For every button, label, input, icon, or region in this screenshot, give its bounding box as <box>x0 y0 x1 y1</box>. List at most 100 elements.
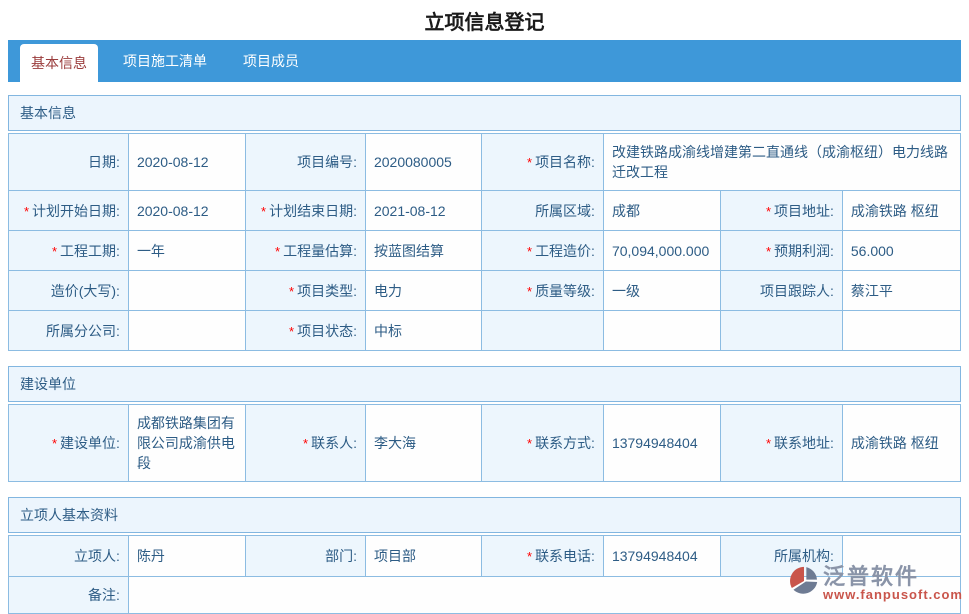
field-project-no-value: 2020080005 <box>365 134 481 191</box>
field-department-label: 部门: <box>246 536 366 577</box>
label-text: 工程量估算: <box>283 243 357 259</box>
section-basic-info-header: 基本信息 <box>8 95 961 131</box>
field-cost-caps-value <box>128 271 245 311</box>
label-text: 项目类型: <box>297 283 357 299</box>
field-quantity-value: 按蓝图结算 <box>365 231 481 271</box>
label-text: 预期利润: <box>774 243 834 259</box>
field-unit-value: 成都铁路集团有限公司成渝供电段 <box>128 405 245 482</box>
label-text: 所属区域: <box>535 203 595 219</box>
table-row: *计划开始日期: 2020-08-12 *计划结束日期: 2021-08-12 … <box>9 191 961 231</box>
field-date-value: 2020-08-12 <box>128 134 245 191</box>
label-text: 备注: <box>88 587 120 603</box>
tab-construction-list[interactable]: 项目施工清单 <box>112 40 218 82</box>
empty-value-cell <box>603 311 720 351</box>
field-cost-label: *工程造价: <box>482 231 604 271</box>
field-unit-address-label: *联系地址: <box>721 405 843 482</box>
field-applicant-value: 陈丹 <box>128 536 245 577</box>
label-text: 联系人: <box>311 435 357 451</box>
field-address-label: *项目地址: <box>721 191 843 231</box>
empty-label-cell <box>721 311 843 351</box>
table-row: 立项人: 陈丹 部门: 项目部 *联系电话: 13794948404 所属机构: <box>9 536 961 577</box>
field-cost-caps-label: 造价(大写): <box>9 271 129 311</box>
label-text: 计划结束日期: <box>269 203 357 219</box>
field-address-value: 成渝铁路 枢纽 <box>842 191 960 231</box>
table-row: 所属分公司: *项目状态: 中标 <box>9 311 961 351</box>
field-unit-phone-label: *联系方式: <box>482 405 604 482</box>
field-status-value: 中标 <box>365 311 481 351</box>
field-project-name-label: *项目名称: <box>482 134 604 191</box>
label-text: 质量等级: <box>535 283 595 299</box>
required-asterisk: * <box>527 549 532 564</box>
field-region-value: 成都 <box>603 191 720 231</box>
field-project-name-value: 改建铁路成渝线增建第二直通线（成渝枢纽）电力线路迁改工程 <box>603 134 960 191</box>
applicant-info-table: 立项人: 陈丹 部门: 项目部 *联系电话: 13794948404 所属机构:… <box>8 535 961 614</box>
table-row: *建设单位: 成都铁路集团有限公司成渝供电段 *联系人: 李大海 *联系方式: … <box>9 405 961 482</box>
table-row: 造价(大写): *项目类型: 电力 *质量等级: 一级 项目跟踪人: 蔡江平 <box>9 271 961 311</box>
label-text: 部门: <box>325 548 357 564</box>
label-text: 项目跟踪人: <box>760 283 834 299</box>
tab-basic-info[interactable]: 基本信息 <box>20 44 98 82</box>
field-date-label: 日期: <box>9 134 129 191</box>
field-unit-contact-value: 李大海 <box>365 405 481 482</box>
label-text: 建设单位: <box>60 435 120 451</box>
field-region-label: 所属区域: <box>482 191 604 231</box>
required-asterisk: * <box>275 244 280 259</box>
field-cost-value: 70,094,000.000 <box>603 231 720 271</box>
field-duration-label: *工程工期: <box>9 231 129 271</box>
field-plan-end-label: *计划结束日期: <box>246 191 366 231</box>
label-text: 所属机构: <box>774 548 834 564</box>
label-text: 联系地址: <box>774 435 834 451</box>
field-branch-value <box>128 311 245 351</box>
section-construction-unit: 建设单位 *建设单位: 成都铁路集团有限公司成渝供电段 *联系人: 李大海 *联… <box>8 366 961 482</box>
required-asterisk: * <box>261 204 266 219</box>
field-organization-label: 所属机构: <box>721 536 843 577</box>
required-asterisk: * <box>289 324 294 339</box>
empty-label-cell <box>482 311 604 351</box>
page-title: 立项信息登记 <box>0 0 969 40</box>
required-asterisk: * <box>527 436 532 451</box>
label-text: 项目编号: <box>297 154 357 170</box>
field-department-value: 项目部 <box>365 536 481 577</box>
label-text: 联系电话: <box>535 548 595 564</box>
label-text: 联系方式: <box>535 435 595 451</box>
required-asterisk: * <box>52 436 57 451</box>
required-asterisk: * <box>52 244 57 259</box>
field-grade-value: 一级 <box>603 271 720 311</box>
section-applicant-info-header: 立项人基本资料 <box>8 497 961 533</box>
label-text: 日期: <box>88 154 120 170</box>
section-construction-unit-header: 建设单位 <box>8 366 961 402</box>
field-plan-start-label: *计划开始日期: <box>9 191 129 231</box>
field-plan-start-value: 2020-08-12 <box>128 191 245 231</box>
label-text: 计划开始日期: <box>32 203 120 219</box>
required-asterisk: * <box>289 284 294 299</box>
section-basic-info: 基本信息 日期: 2020-08-12 项目编号: 2020080005 *项目… <box>8 95 961 351</box>
field-remark-label: 备注: <box>9 577 129 614</box>
tab-project-members[interactable]: 项目成员 <box>232 40 310 82</box>
field-branch-label: 所属分公司: <box>9 311 129 351</box>
label-text: 造价(大写): <box>51 283 120 299</box>
field-tracker-value: 蔡江平 <box>842 271 960 311</box>
label-text: 工程造价: <box>535 243 595 259</box>
required-asterisk: * <box>24 204 29 219</box>
field-unit-phone-value: 13794948404 <box>603 405 720 482</box>
field-type-label: *项目类型: <box>246 271 366 311</box>
label-text: 项目地址: <box>774 203 834 219</box>
field-profit-value: 56.000 <box>842 231 960 271</box>
construction-unit-table: *建设单位: 成都铁路集团有限公司成渝供电段 *联系人: 李大海 *联系方式: … <box>8 404 961 482</box>
field-status-label: *项目状态: <box>246 311 366 351</box>
field-quantity-label: *工程量估算: <box>246 231 366 271</box>
label-text: 项目状态: <box>297 323 357 339</box>
required-asterisk: * <box>527 284 532 299</box>
label-text: 项目名称: <box>535 154 595 170</box>
section-applicant-info: 立项人基本资料 立项人: 陈丹 部门: 项目部 *联系电话: 137949484… <box>8 497 961 614</box>
table-row: 备注: <box>9 577 961 614</box>
tab-bar: 基本信息 项目施工清单 项目成员 <box>8 40 961 82</box>
basic-info-table: 日期: 2020-08-12 项目编号: 2020080005 *项目名称: 改… <box>8 133 961 351</box>
field-applicant-label: 立项人: <box>9 536 129 577</box>
field-applicant-phone-label: *联系电话: <box>482 536 604 577</box>
field-project-no-label: 项目编号: <box>246 134 366 191</box>
field-plan-end-value: 2021-08-12 <box>365 191 481 231</box>
required-asterisk: * <box>527 244 532 259</box>
table-row: 日期: 2020-08-12 项目编号: 2020080005 *项目名称: 改… <box>9 134 961 191</box>
field-unit-address-value: 成渝铁路 枢纽 <box>842 405 960 482</box>
